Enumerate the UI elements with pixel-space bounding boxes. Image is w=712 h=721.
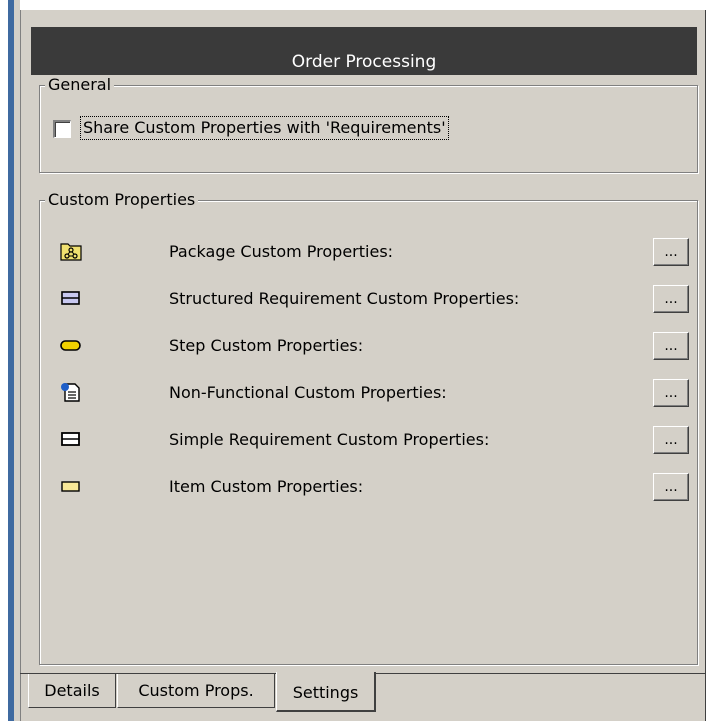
simple-requirement-custom-properties-label: Simple Requirement Custom Properties: [169,430,490,449]
item-custom-properties-row: Item Custom Properties: ... [41,469,691,505]
properties-window: Order Processing General Share Custom Pr… [0,0,712,721]
package-custom-properties-row: Package Custom Properties: ... [41,234,691,270]
share-custom-properties-checkbox[interactable] [53,120,71,138]
custom-properties-group-label: Custom Properties [45,190,199,210]
properties-panel: Order Processing General Share Custom Pr… [20,10,706,721]
item-icon [59,476,83,496]
left-margin [0,0,8,721]
simple-requirement-icon [59,429,83,449]
package-custom-properties-label: Package Custom Properties: [169,242,394,261]
structured-requirement-custom-properties-row: Structured Requirement Custom Properties… [41,281,691,317]
tab-custom-props[interactable]: Custom Props. [117,674,275,708]
step-custom-properties-row: Step Custom Properties: ... [41,328,691,364]
non-functional-requirement-icon [59,382,83,402]
structured-requirement-icon [59,288,83,308]
structured-requirement-custom-properties-button[interactable]: ... [653,285,689,313]
package-icon [59,241,83,261]
share-custom-properties-label[interactable]: Share Custom Properties with 'Requiremen… [80,116,449,140]
non-functional-custom-properties-label: Non-Functional Custom Properties: [169,383,447,402]
window-title: Order Processing [291,52,437,72]
structured-requirement-custom-properties-label: Structured Requirement Custom Properties… [169,289,520,308]
tab-details[interactable]: Details [28,674,116,708]
non-functional-custom-properties-button[interactable]: ... [653,379,689,407]
simple-requirement-custom-properties-button[interactable]: ... [653,426,689,454]
step-custom-properties-button[interactable]: ... [653,332,689,360]
step-icon [59,335,83,355]
non-functional-custom-properties-row: Non-Functional Custom Properties: ... [41,375,691,411]
step-custom-properties-label: Step Custom Properties: [169,336,364,355]
package-custom-properties-button[interactable]: ... [653,238,689,266]
tab-settings[interactable]: Settings [276,672,376,712]
general-group-label: General [45,75,115,95]
item-custom-properties-label: Item Custom Properties: [169,477,364,496]
simple-requirement-custom-properties-row: Simple Requirement Custom Properties: ..… [41,422,691,458]
item-custom-properties-button[interactable]: ... [653,473,689,501]
